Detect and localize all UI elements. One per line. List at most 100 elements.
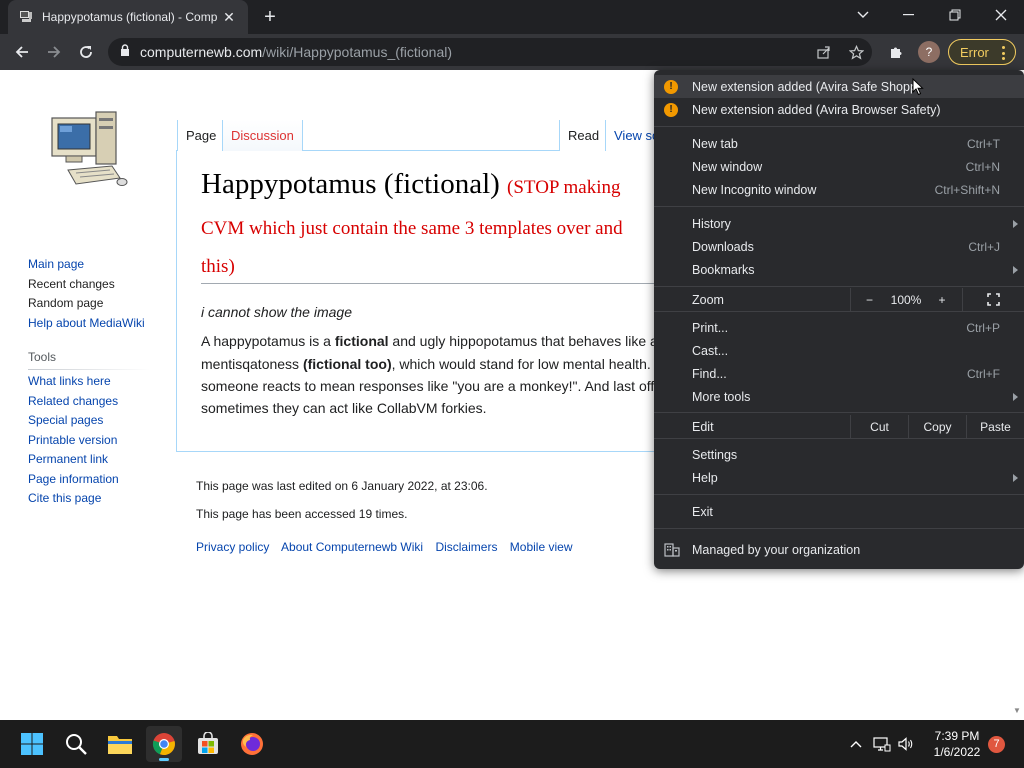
zoom-in-button[interactable]: + — [924, 288, 960, 311]
browser-tab[interactable]: Happypotamus (fictional) - Comp ✕ — [8, 0, 248, 34]
menu-item-shortcut: Ctrl+J — [968, 239, 1000, 254]
footer-privacy-policy[interactable]: Privacy policy — [196, 540, 269, 554]
wiki-favicon-icon — [18, 9, 34, 25]
tool-special-pages[interactable]: Special pages — [28, 411, 119, 431]
menu-history[interactable]: History — [654, 212, 1024, 235]
menu-item-label: Print... — [692, 320, 729, 335]
lock-icon[interactable] — [120, 43, 130, 61]
footer-mobile-view[interactable]: Mobile view — [510, 540, 573, 554]
footer-about[interactable]: About Computernewb Wiki — [281, 540, 423, 554]
menu-new-incognito[interactable]: New Incognito window Ctrl+Shift+N — [654, 178, 1024, 201]
menu-item-label: Cast... — [692, 343, 729, 358]
edit-copy-button[interactable]: Copy — [908, 415, 966, 438]
tools-heading: Tools — [28, 350, 57, 364]
footer-links: Privacy policy About Computernewb Wiki D… — [196, 540, 582, 554]
footer-disclaimers[interactable]: Disclaimers — [435, 540, 497, 554]
tool-permanent-link[interactable]: Permanent link — [28, 450, 119, 470]
browser-toolbar: computernewb.com/wiki/Happypotamus_(fict… — [0, 34, 1024, 70]
menu-downloads[interactable]: Downloads Ctrl+J — [654, 235, 1024, 258]
minimize-button[interactable] — [886, 0, 932, 30]
microsoft-store-icon[interactable] — [190, 726, 226, 762]
tool-page-information[interactable]: Page information — [28, 470, 119, 490]
restore-button[interactable] — [932, 0, 978, 30]
menu-cast[interactable]: Cast... — [654, 339, 1024, 362]
menu-exit[interactable]: Exit — [654, 500, 1024, 523]
edit-paste-button[interactable]: Paste — [966, 415, 1024, 438]
menu-more-tools[interactable]: More tools — [654, 385, 1024, 408]
tool-printable-version[interactable]: Printable version — [28, 431, 119, 451]
title-note-line-3: this) — [201, 256, 235, 277]
zoom-out-button[interactable]: − — [850, 288, 888, 311]
menu-ext-avira-safe-shopping[interactable]: ! New extension added (Avira Safe Shoppi… — [654, 75, 1024, 98]
file-explorer-icon[interactable] — [102, 726, 138, 762]
tab-baseline — [298, 150, 560, 151]
bookmark-star-icon[interactable] — [848, 44, 864, 60]
menu-item-shortcut: Ctrl+N — [965, 159, 1000, 174]
mouse-cursor-icon — [912, 77, 924, 96]
system-clock[interactable]: 7:39 PM 1/6/2022 — [924, 728, 990, 760]
forward-arrow-icon[interactable] — [41, 39, 67, 65]
menu-managed-by-org[interactable]: Managed by your organization — [654, 538, 1024, 561]
address-bar[interactable]: computernewb.com/wiki/Happypotamus_(fict… — [108, 38, 872, 66]
tool-what-links-here[interactable]: What links here — [28, 372, 119, 392]
fullscreen-icon[interactable] — [962, 288, 1024, 311]
notification-badge[interactable]: 7 — [988, 736, 1005, 753]
tab-search-icon[interactable] — [840, 0, 886, 30]
menu-new-tab[interactable]: New tab Ctrl+T — [654, 132, 1024, 155]
menu-item-label: More tools — [692, 389, 751, 404]
volume-icon[interactable] — [896, 734, 916, 754]
nav-help[interactable]: Help about MediaWiki — [28, 314, 145, 334]
tab-title: Happypotamus (fictional) - Comp — [42, 10, 218, 24]
menu-settings[interactable]: Settings — [654, 443, 1024, 466]
menu-print[interactable]: Print... Ctrl+P — [654, 316, 1024, 339]
nav-main-page[interactable]: Main page — [28, 255, 145, 275]
windows-start-icon[interactable] — [14, 726, 50, 762]
tab-discussion[interactable]: Discussion — [222, 120, 303, 151]
image-caption: i cannot show the image — [201, 304, 352, 320]
menu-item-label: Edit — [692, 419, 714, 434]
share-icon[interactable] — [816, 44, 832, 60]
menu-item-label: New extension added (Avira Safe Shopping… — [692, 79, 917, 94]
body-bold: fictional — [334, 333, 389, 349]
body-text: and ugly hippopotamus that behaves like … — [388, 333, 656, 349]
menu-help[interactable]: Help — [654, 466, 1024, 489]
url-path: /wiki/Happypotamus_(fictional) — [262, 44, 453, 60]
menu-ext-avira-browser-safety[interactable]: ! New extension added (Avira Browser Saf… — [654, 98, 1024, 121]
reload-icon[interactable] — [73, 39, 99, 65]
show-hidden-icons-chevron-icon[interactable] — [846, 734, 866, 754]
nav-random-page[interactable]: Random page — [28, 294, 145, 314]
extensions-puzzle-icon[interactable] — [886, 42, 906, 62]
body-line-1: A happypotamus is a fictional and ugly h… — [201, 333, 656, 349]
clock-date: 1/6/2022 — [933, 745, 981, 759]
body-text: , which would stand for low mental healt… — [391, 356, 651, 372]
menu-bookmarks[interactable]: Bookmarks — [654, 258, 1024, 281]
site-logo[interactable] — [46, 104, 132, 196]
tool-related-changes[interactable]: Related changes — [28, 392, 119, 412]
menu-new-window[interactable]: New window Ctrl+N — [654, 155, 1024, 178]
chrome-icon[interactable] — [146, 726, 182, 762]
menu-item-label: Managed by your organization — [692, 542, 861, 557]
menu-item-label: Zoom — [692, 292, 724, 307]
scroll-down-arrow-icon[interactable]: ▼ — [1013, 706, 1021, 715]
tool-cite-this-page[interactable]: Cite this page — [28, 489, 119, 509]
search-icon[interactable] — [58, 726, 94, 762]
new-tab-button[interactable]: + — [258, 6, 282, 28]
title-note-line-1: (STOP making — [507, 177, 621, 198]
building-icon — [664, 542, 680, 557]
firefox-icon[interactable] — [234, 726, 270, 762]
nav-recent-changes[interactable]: Recent changes — [28, 275, 145, 295]
back-arrow-icon[interactable] — [9, 39, 35, 65]
menu-item-label: Help — [692, 470, 718, 485]
edit-cut-button[interactable]: Cut — [850, 415, 908, 438]
tab-read[interactable]: Read — [559, 120, 608, 151]
menu-separator — [654, 126, 1024, 127]
network-icon[interactable] — [872, 734, 892, 754]
tab-close-icon[interactable]: ✕ — [220, 9, 238, 26]
url-host: computernewb.com — [140, 44, 263, 60]
close-window-button[interactable] — [978, 0, 1024, 30]
tab-page[interactable]: Page — [177, 120, 225, 151]
error-button[interactable]: Error — [948, 39, 1016, 65]
menu-find[interactable]: Find... Ctrl+F — [654, 362, 1024, 385]
tab-view-source[interactable]: View so — [605, 120, 655, 151]
profile-avatar[interactable]: ? — [918, 41, 940, 63]
